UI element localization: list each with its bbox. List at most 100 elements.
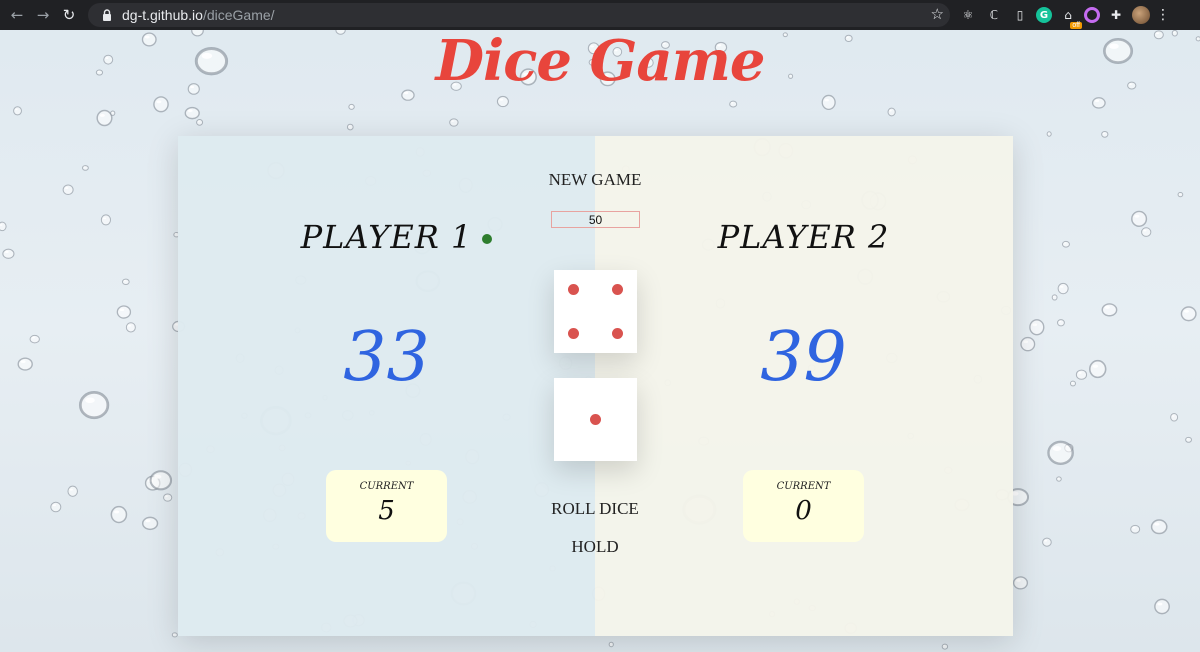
water-drop — [149, 470, 173, 491]
player-2-score: 39 — [760, 318, 847, 397]
water-drop — [67, 485, 78, 497]
water-drop — [1020, 336, 1036, 352]
water-drop — [1185, 436, 1192, 443]
water-drop — [1061, 240, 1070, 248]
water-drop — [1047, 440, 1074, 465]
player-2-panel: PLAYER 2 39 CURRENT 0 — [595, 136, 1013, 636]
water-drop — [121, 278, 130, 286]
water-drop — [346, 123, 354, 131]
water-drop — [78, 391, 110, 420]
water-drop — [1150, 519, 1168, 535]
water-drop — [449, 118, 459, 127]
extensions-bar: ⚛ ℂ ▯ G ⌂ off ✚ ⋮ — [958, 4, 1170, 29]
die-2 — [554, 378, 637, 461]
player-1-panel: PLAYER 1 33 CURRENT 5 — [178, 136, 595, 636]
die-pip — [590, 414, 601, 425]
css-extension-icon[interactable]: ℂ — [984, 5, 1004, 25]
water-drop — [1091, 97, 1106, 109]
water-drop — [1046, 131, 1052, 137]
player-2-current-box: CURRENT 0 — [743, 470, 864, 542]
water-drop — [0, 221, 7, 232]
blocker-extension-icon[interactable]: ⌂ off — [1058, 5, 1082, 29]
water-drop — [348, 103, 355, 110]
water-drop — [100, 214, 112, 226]
react-devtools-icon[interactable]: ⚛ — [958, 5, 978, 25]
water-drop — [1012, 576, 1029, 590]
water-drop — [163, 493, 173, 502]
water-drop — [1029, 319, 1045, 336]
tube-extension-icon[interactable]: ▯ — [1010, 5, 1030, 25]
water-drop — [608, 641, 614, 648]
active-player-indicator — [482, 234, 492, 244]
player-2-name: PLAYER 2 — [717, 218, 890, 256]
water-drop — [29, 334, 40, 344]
water-drop — [1057, 319, 1065, 327]
browser-toolbar: ← → ↻ dg-t.github.io/diceGame/ ☆ ⚛ ℂ ▯ G… — [0, 0, 1200, 30]
game-board: PLAYER 1 33 CURRENT 5 PLAYER 2 39 CURREN… — [178, 136, 1013, 636]
forward-arrow-icon[interactable]: → — [30, 2, 56, 28]
water-drop — [1057, 282, 1069, 295]
water-drop — [1131, 210, 1148, 227]
lock-icon — [100, 8, 114, 22]
water-drop — [1051, 294, 1058, 301]
new-game-button[interactable]: NEW GAME — [495, 170, 695, 190]
profile-avatar[interactable] — [1132, 6, 1150, 24]
roll-dice-button[interactable]: ROLL DICE — [495, 499, 695, 519]
water-drop — [821, 94, 836, 111]
water-drop — [17, 357, 33, 371]
player-2-current-value: 0 — [795, 496, 812, 526]
water-drop — [1042, 537, 1052, 547]
url-path: /diceGame/ — [202, 7, 275, 23]
water-drop — [96, 109, 113, 127]
hold-button[interactable]: HOLD — [495, 537, 695, 557]
water-drop — [110, 110, 116, 116]
water-drop — [171, 632, 178, 638]
water-drop — [1088, 359, 1107, 379]
water-drop — [1130, 524, 1141, 534]
water-drop — [1075, 369, 1088, 380]
water-drop — [2, 248, 15, 259]
water-drop — [13, 106, 22, 116]
address-bar[interactable]: dg-t.github.io/diceGame/ ☆ — [88, 3, 950, 27]
water-drop — [116, 305, 132, 319]
water-drop — [153, 96, 169, 113]
water-drop — [1180, 306, 1197, 322]
water-drop — [887, 107, 896, 117]
player-1-name: PLAYER 1 — [300, 218, 473, 256]
water-drop — [50, 501, 62, 513]
water-drop — [184, 106, 200, 120]
back-arrow-icon[interactable]: ← — [4, 2, 30, 28]
player-1-score: 33 — [343, 318, 430, 397]
water-drop — [1177, 192, 1184, 198]
player-1-current-value: 5 — [378, 496, 395, 526]
water-drop — [729, 100, 738, 108]
player-1-current-label: CURRENT — [359, 481, 414, 492]
water-drop — [1141, 227, 1152, 237]
water-drop — [496, 95, 509, 108]
water-drop — [125, 322, 136, 333]
menu-kebab-icon[interactable]: ⋮ — [1156, 7, 1170, 23]
water-drop — [1154, 598, 1170, 615]
url-host: dg-t.github.io — [122, 7, 203, 23]
extension-puzzle-icon[interactable]: ✚ — [1106, 5, 1126, 25]
color-picker-icon[interactable] — [1084, 7, 1100, 23]
water-drop — [1056, 476, 1062, 482]
grammarly-icon[interactable]: G — [1036, 7, 1052, 23]
player-1-current-box: CURRENT 5 — [326, 470, 447, 542]
water-drop — [62, 184, 74, 195]
water-drop — [110, 505, 128, 524]
page-title: Dice Game — [435, 28, 765, 94]
die-pip — [568, 284, 579, 295]
water-drop — [1101, 303, 1118, 317]
die-pip — [568, 328, 579, 339]
water-drop — [941, 643, 949, 650]
reload-icon[interactable]: ↻ — [56, 2, 82, 28]
water-drop — [142, 516, 159, 531]
water-drop — [1101, 130, 1109, 138]
target-score-input[interactable] — [551, 211, 640, 228]
water-drop — [81, 165, 89, 171]
water-drop — [1069, 380, 1076, 387]
water-drop — [196, 119, 204, 126]
die-pip — [612, 284, 623, 295]
star-icon[interactable]: ☆ — [931, 5, 944, 23]
